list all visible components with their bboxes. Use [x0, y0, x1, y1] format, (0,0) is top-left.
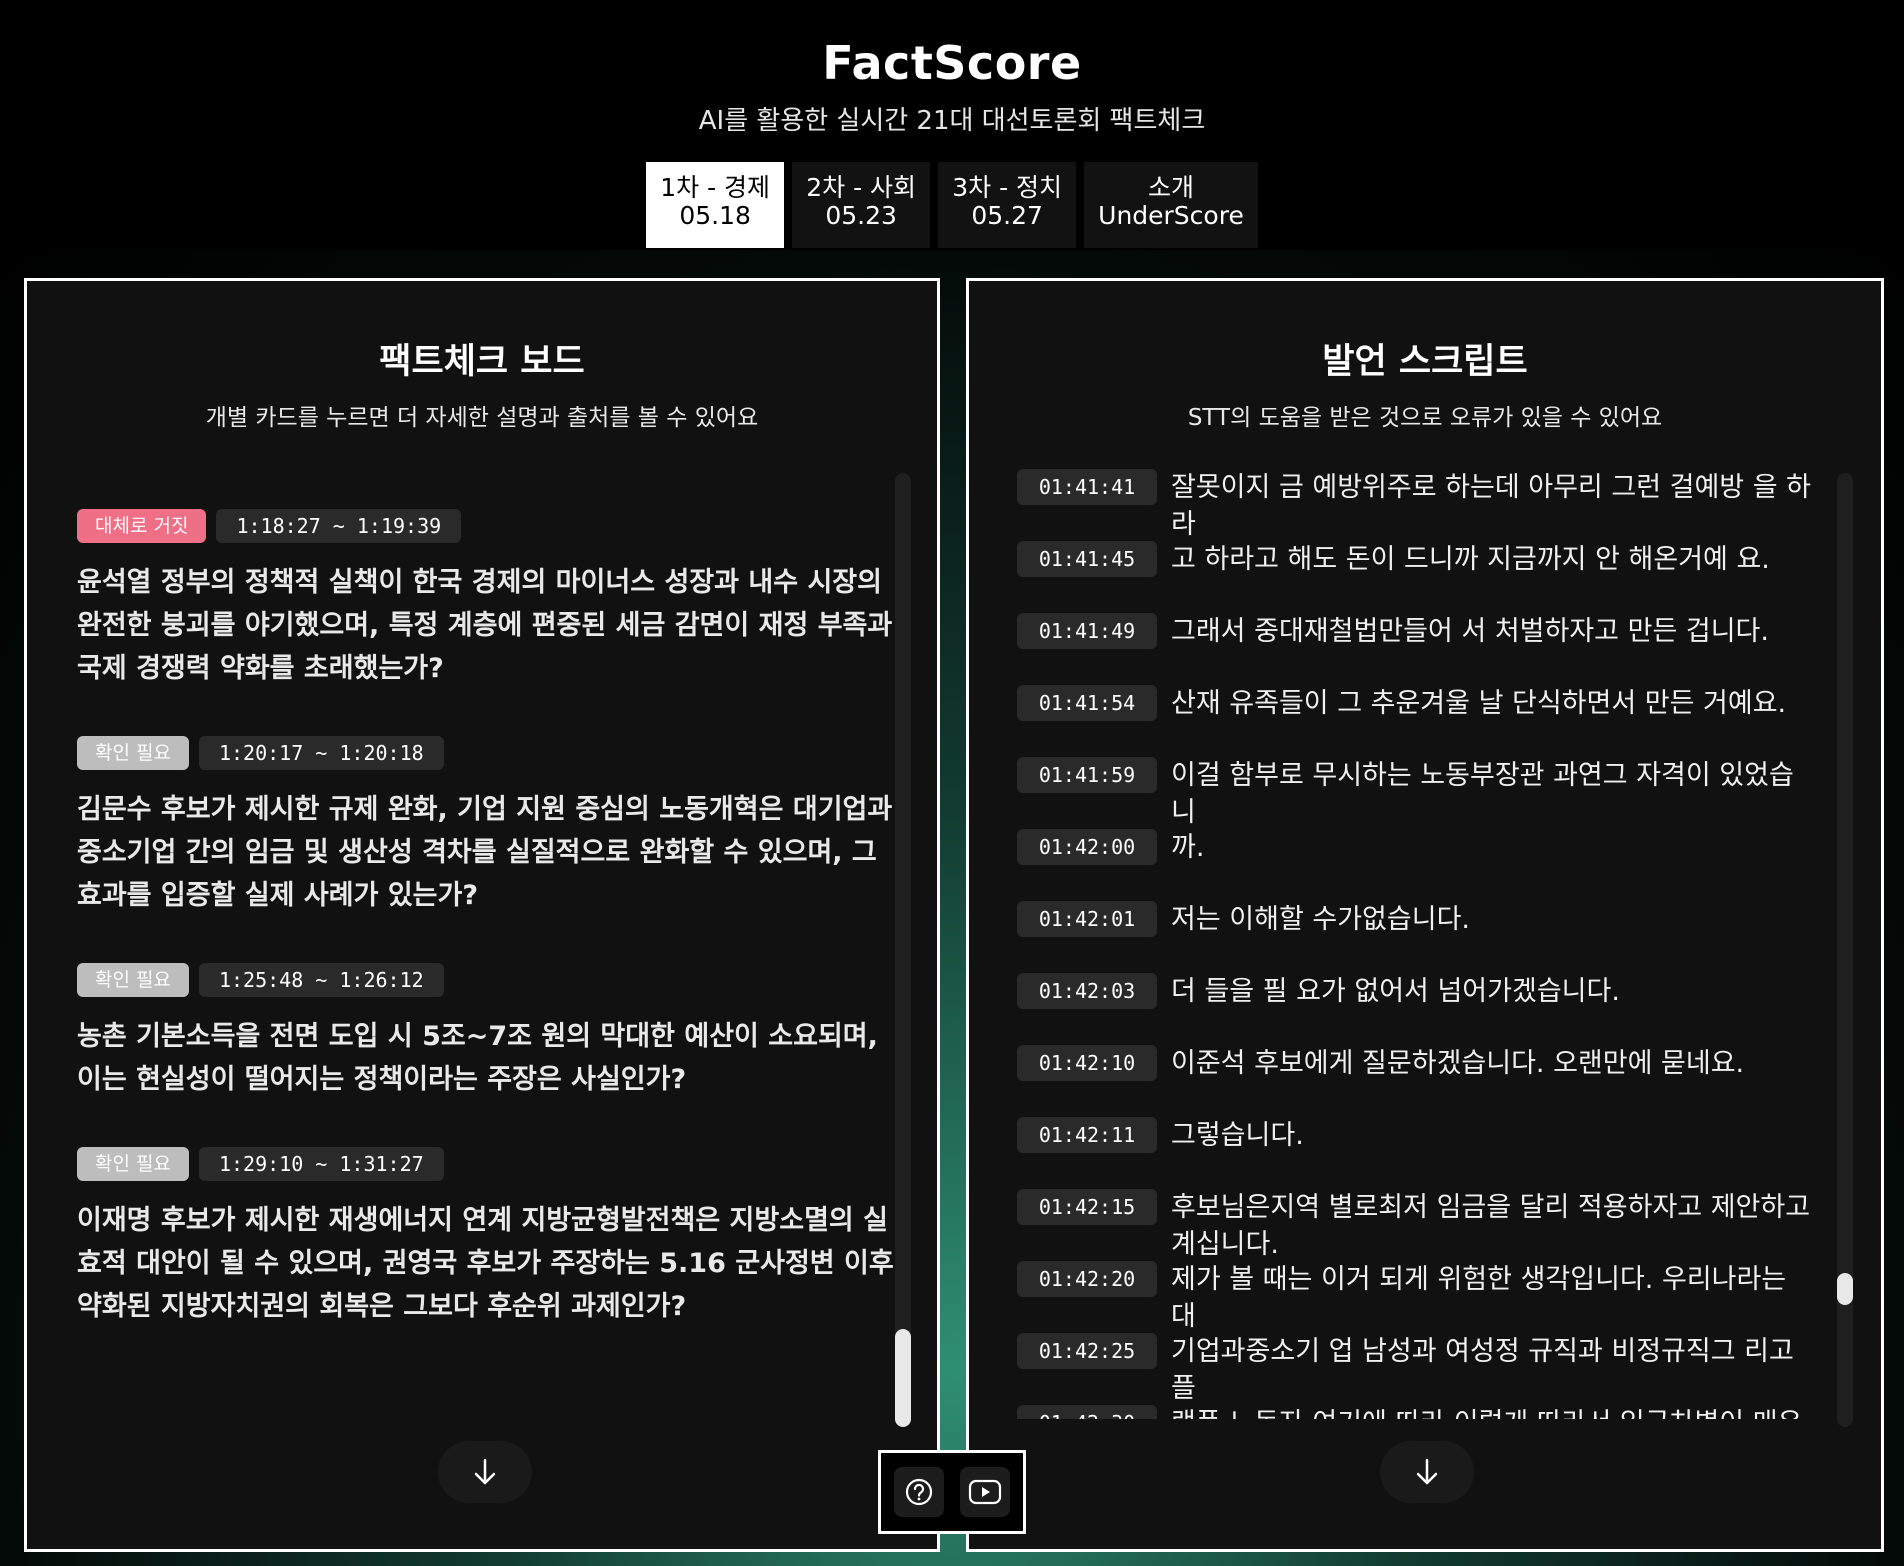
tab-debate-2[interactable]: 2차 - 사회 05.23 [792, 162, 931, 248]
line-timestamp: 01:41:45 [1017, 541, 1157, 577]
script-line-list: 01:41:41 잘못이지 금 예방위주로 하는데 아무리 그런 걸예방 을 하… [1017, 469, 1817, 1419]
script-line[interactable]: 01:42:11 그렇습니다. [1017, 1117, 1817, 1154]
line-text: 잘못이지 금 예방위주로 하는데 아무리 그런 걸예방 을 하라 [1171, 472, 1811, 540]
play-video-icon [968, 1479, 1002, 1505]
line-timestamp: 01:42:03 [1017, 973, 1157, 1009]
line-text: 그렇습니다. [1171, 1120, 1304, 1151]
card-claim: 이재명 후보가 제시한 재생에너지 연계 지방균형발전책은 지방소멸의 실효적 … [77, 1205, 894, 1322]
line-text: 까. [1171, 832, 1205, 863]
question-circle-icon [905, 1478, 933, 1506]
line-timestamp: 01:42:10 [1017, 1045, 1157, 1081]
script-line[interactable]: 01:41:45 고 하라고 해도 돈이 드니까 지금까지 안 해온거예 요. [1017, 541, 1817, 578]
line-text: 산재 유족들이 그 추운겨울 날 단식하면서 만든 거예요. [1171, 688, 1787, 719]
script-line[interactable]: 01:41:41 잘못이지 금 예방위주로 하는데 아무리 그런 걸예방 을 하… [1017, 469, 1817, 543]
line-timestamp: 01:41:54 [1017, 685, 1157, 721]
factcheck-card[interactable]: 확인 필요 1:29:10 ~ 1:31:27 이재명 후보가 제시한 재생에너… [77, 1147, 897, 1328]
header: FactScore AI를 활용한 실시간 21대 대선토론회 팩트체크 [0, 0, 1904, 137]
arrow-down-icon [1416, 1458, 1438, 1485]
app-title: FactScore [822, 36, 1082, 90]
line-timestamp: 01:42:15 [1017, 1189, 1157, 1225]
verdict-badge: 대체로 거짓 [77, 509, 207, 543]
line-text: 이준석 후보에게 질문하겠습니다. 오랜만에 묻네요. [1171, 1048, 1745, 1079]
script-line[interactable]: 01:42:30 랫폼 노동자 여기에 따라 이렇게 따라서 임금차별이 매우 … [1017, 1405, 1817, 1419]
line-timestamp: 01:42:20 [1017, 1261, 1157, 1297]
help-button[interactable] [894, 1467, 944, 1517]
app-subtitle: AI를 활용한 실시간 21대 대선토론회 팩트체크 [698, 106, 1206, 136]
card-claim: 김문수 후보가 제시한 규제 완화, 기업 지원 중심의 노동개혁은 대기업과 … [77, 794, 893, 911]
card-claim: 농촌 기본소득을 전면 도입 시 5조~7조 원의 막대한 예산이 소요되며, … [77, 1021, 878, 1095]
factcheck-card[interactable]: 확인 필요 1:20:17 ~ 1:20:18 김문수 후보가 제시한 규제 완… [77, 736, 897, 917]
tab-label: 소개 [1147, 173, 1194, 202]
factcheck-card-list: 대체로 거짓 1:18:27 ~ 1:19:39 윤석열 정부의 정책적 실책이… [77, 509, 897, 1374]
timecode-range: 1:29:10 ~ 1:31:27 [198, 1147, 444, 1181]
tab-label: 1차 - 경제 [660, 173, 771, 202]
script-line[interactable]: 01:42:15 후보님은지역 별로최저 임금을 달리 적용하자고 제안하고 계… [1017, 1189, 1817, 1263]
factcheck-scroll-down-button[interactable] [438, 1441, 532, 1503]
timecode-range: 1:20:17 ~ 1:20:18 [198, 736, 444, 770]
line-text: 그래서 중대재철법만들어 서 처벌하자고 만든 겁니다. [1171, 616, 1769, 647]
line-text: 랫폼 노동자 여기에 따라 이렇게 따라서 임금차별이 매우 심 [1171, 1405, 1817, 1419]
line-timestamp: 01:41:41 [1017, 469, 1157, 505]
script-line[interactable]: 01:42:03 더 들을 필 요가 없어서 넘어가겠습니다. [1017, 973, 1817, 1010]
line-timestamp: 01:42:11 [1017, 1117, 1157, 1153]
line-timestamp: 01:41:59 [1017, 757, 1157, 793]
card-claim: 윤석열 정부의 정책적 실책이 한국 경제의 마이너스 성장과 내수 시장의 완… [77, 567, 893, 684]
script-line[interactable]: 01:41:49 그래서 중대재철법만들어 서 처벌하자고 만든 겁니다. [1017, 613, 1817, 650]
line-text: 후보님은지역 별로최저 임금을 달리 적용하자고 제안하고 계십니다. [1171, 1192, 1811, 1260]
tab-date: 05.27 [971, 201, 1043, 230]
tab-label: 2차 - 사회 [806, 173, 917, 202]
tab-debate-1[interactable]: 1차 - 경제 05.18 [646, 162, 785, 248]
script-subtitle: STT의 도움을 받은 것으로 오류가 있을 수 있어요 [1187, 405, 1663, 431]
script-line[interactable]: 01:41:59 이걸 함부로 무시하는 노동부장관 과연그 자격이 있었습니 [1017, 757, 1817, 831]
tab-date: UnderScore [1098, 201, 1244, 230]
verdict-badge: 확인 필요 [77, 1147, 189, 1181]
tab-date: 05.23 [825, 201, 897, 230]
timecode-range: 1:25:48 ~ 1:26:12 [198, 963, 444, 997]
script-line[interactable]: 01:42:20 제가 볼 때는 이거 되게 위험한 생각입니다. 우리나라는 … [1017, 1261, 1817, 1335]
line-text: 제가 볼 때는 이거 되게 위험한 생각입니다. 우리나라는 대 [1171, 1264, 1787, 1332]
factcheck-panel: 팩트체크 보드 개별 카드를 누르면 더 자세한 설명과 출처를 볼 수 있어요… [24, 278, 940, 1552]
script-title: 발언 스크립트 [1322, 342, 1528, 382]
line-text: 더 들을 필 요가 없어서 넘어가겠습니다. [1171, 976, 1620, 1007]
script-scrollbar[interactable] [1837, 473, 1853, 1427]
verdict-badge: 확인 필요 [77, 736, 189, 770]
line-text: 고 하라고 해도 돈이 드니까 지금까지 안 해온거예 요. [1171, 544, 1770, 575]
line-text: 저는 이해할 수가없습니다. [1171, 904, 1470, 935]
scrollbar-thumb[interactable] [1837, 1273, 1853, 1305]
line-timestamp: 01:42:30 [1017, 1405, 1157, 1419]
line-timestamp: 01:42:00 [1017, 829, 1157, 865]
line-timestamp: 01:41:49 [1017, 613, 1157, 649]
line-timestamp: 01:42:25 [1017, 1333, 1157, 1369]
script-line[interactable]: 01:42:00 까. [1017, 829, 1817, 866]
factcheck-subtitle: 개별 카드를 누르면 더 자세한 설명과 출처를 볼 수 있어요 [205, 405, 759, 431]
line-timestamp: 01:42:01 [1017, 901, 1157, 937]
tab-debate-3[interactable]: 3차 - 정치 05.27 [938, 162, 1077, 248]
factcheck-card[interactable]: 대체로 거짓 1:18:27 ~ 1:19:39 윤석열 정부의 정책적 실책이… [77, 509, 897, 690]
script-line[interactable]: 01:42:10 이준석 후보에게 질문하겠습니다. 오랜만에 묻네요. [1017, 1045, 1817, 1082]
script-line[interactable]: 01:42:01 저는 이해할 수가없습니다. [1017, 901, 1817, 938]
tab-about[interactable]: 소개 UnderScore [1084, 162, 1258, 248]
arrow-down-icon [474, 1458, 496, 1485]
script-scroll-down-button[interactable] [1380, 1441, 1474, 1503]
factcheck-scrollbar[interactable] [895, 473, 911, 1427]
video-button[interactable] [960, 1467, 1010, 1517]
timecode-range: 1:18:27 ~ 1:19:39 [216, 509, 462, 543]
factcheck-title: 팩트체크 보드 [379, 342, 585, 382]
line-text: 기업과중소기 업 남성과 여성정 규직과 비정규직그 리고 플 [1171, 1336, 1794, 1404]
floating-controls [878, 1450, 1026, 1534]
script-panel: 발언 스크립트 STT의 도움을 받은 것으로 오류가 있을 수 있어요 01:… [966, 278, 1884, 1552]
line-text: 이걸 함부로 무시하는 노동부장관 과연그 자격이 있었습니 [1171, 760, 1794, 828]
factcheck-card[interactable]: 확인 필요 1:25:48 ~ 1:26:12 농촌 기본소득을 전면 도입 시… [77, 963, 897, 1101]
tab-date: 05.18 [679, 201, 751, 230]
verdict-badge: 확인 필요 [77, 963, 189, 997]
debate-tabs: 1차 - 경제 05.18 2차 - 사회 05.23 3차 - 정치 05.2… [0, 162, 1904, 248]
script-line[interactable]: 01:41:54 산재 유족들이 그 추운겨울 날 단식하면서 만든 거예요. [1017, 685, 1817, 722]
scrollbar-thumb[interactable] [895, 1329, 911, 1427]
script-line[interactable]: 01:42:25 기업과중소기 업 남성과 여성정 규직과 비정규직그 리고 플 [1017, 1333, 1817, 1407]
tab-label: 3차 - 정치 [952, 173, 1063, 202]
